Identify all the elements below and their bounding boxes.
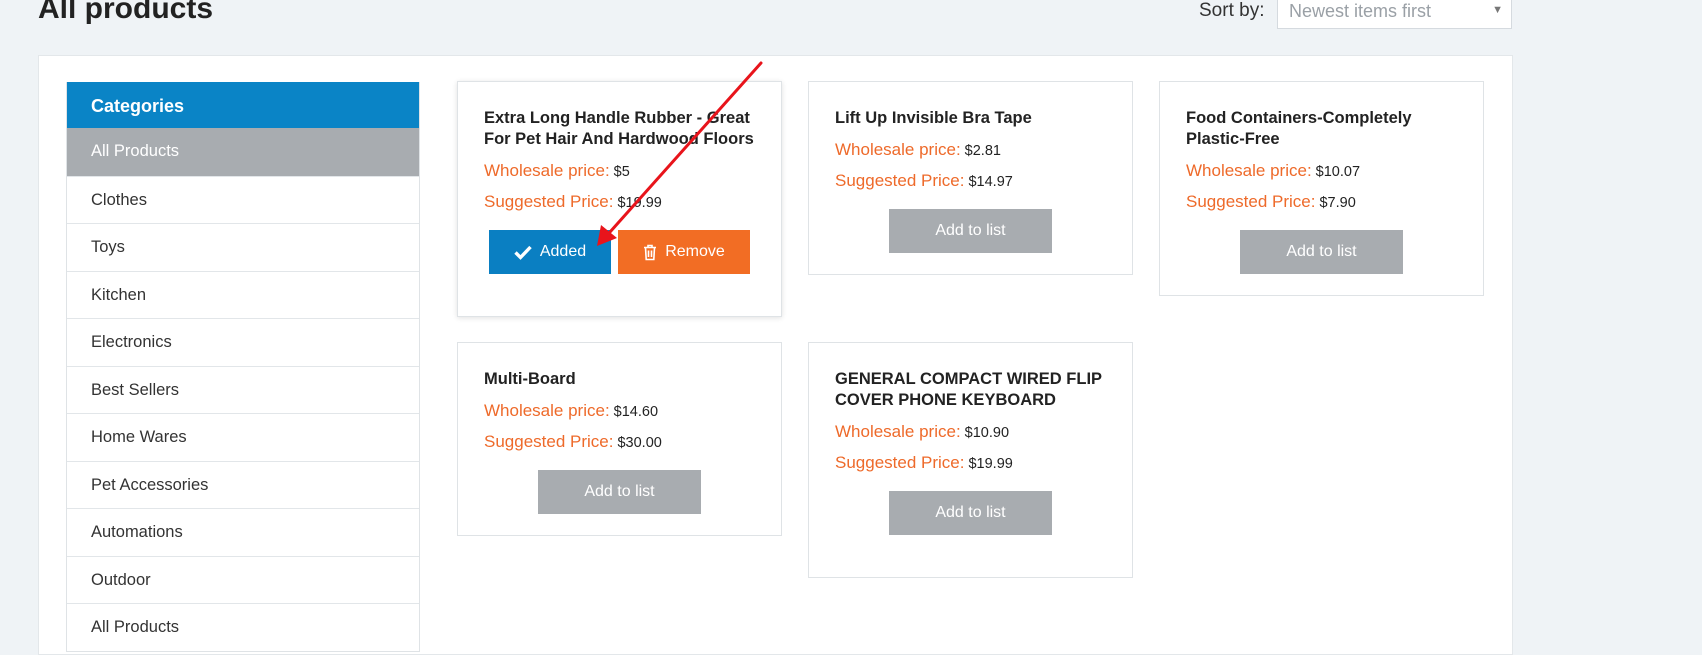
- wholesale-value: $14.60: [613, 404, 659, 420]
- wholesale-price-row: Wholesale price: $10.90: [835, 417, 1106, 448]
- wholesale-value: $2.81: [964, 143, 1001, 159]
- caret-down-icon: ▼: [1492, 4, 1503, 16]
- add-to-list-button[interactable]: Add to list: [889, 209, 1052, 253]
- sort-select-value: Newest items first: [1289, 1, 1432, 21]
- sidebar-item-best-sellers[interactable]: Best Sellers: [67, 365, 419, 414]
- sidebar-item-automations[interactable]: Automations: [67, 508, 419, 556]
- product-card: Extra Long Handle Rubber - Great For Pet…: [457, 81, 782, 317]
- wholesale-label: Wholesale price:: [835, 140, 961, 159]
- wholesale-label: Wholesale price:: [484, 401, 610, 420]
- wholesale-label: Wholesale price:: [835, 422, 961, 441]
- wholesale-value: $5: [613, 164, 630, 180]
- product-card: Multi-Board Wholesale price: $14.60 Sugge…: [457, 342, 782, 536]
- wholesale-label: Wholesale price:: [1186, 161, 1312, 180]
- sidebar-item-electronics[interactable]: Electronics: [67, 318, 419, 366]
- product-title[interactable]: GENERAL COMPACT WIRED FLIP COVER PHONE K…: [835, 369, 1106, 411]
- suggested-value: $19.99: [617, 195, 662, 211]
- sidebar-item-pet-accessories[interactable]: Pet Accessories: [67, 460, 419, 509]
- wholesale-price-row: Wholesale price: $5: [484, 156, 755, 187]
- wholesale-price-row: Wholesale price: $2.81: [835, 135, 1106, 166]
- sidebar-item-outdoor[interactable]: Outdoor: [67, 555, 419, 604]
- sort-select[interactable]: Newest items first ▼: [1277, 0, 1512, 29]
- sidebar-item-all-products[interactable]: All Products: [67, 128, 419, 176]
- suggested-price-row: Suggested Price: $7.90: [1186, 187, 1457, 218]
- remove-label: Remove: [665, 243, 725, 260]
- added-label: Added: [539, 243, 587, 260]
- product-title[interactable]: Food Containers-Completely Plastic-Free: [1186, 108, 1457, 150]
- suggested-value: $30.00: [617, 435, 662, 451]
- suggested-price-row: Suggested Price: $30.00: [484, 427, 755, 458]
- product-card: GENERAL COMPACT WIRED FLIP COVER PHONE K…: [808, 342, 1133, 578]
- added-button[interactable]: Added: [489, 230, 611, 274]
- wholesale-value: $10.07: [1315, 164, 1361, 180]
- suggested-value: $19.99: [968, 456, 1013, 472]
- suggested-label: Suggested Price:: [484, 432, 614, 451]
- suggested-price-row: Suggested Price: $19.99: [484, 187, 755, 218]
- suggested-price-row: Suggested Price: $19.99: [835, 448, 1106, 479]
- categories-sidebar: Categories All Products Clothes Toys Kit…: [66, 82, 420, 652]
- suggested-label: Suggested Price:: [835, 171, 965, 190]
- product-card: Lift Up Invisible Bra Tape Wholesale pri…: [808, 81, 1133, 275]
- suggested-label: Suggested Price:: [835, 453, 965, 472]
- check-icon: [514, 245, 532, 260]
- product-title[interactable]: Multi-Board: [484, 369, 755, 390]
- product-card: Food Containers-Completely Plastic-Free …: [1159, 81, 1484, 296]
- product-title[interactable]: Lift Up Invisible Bra Tape: [835, 108, 1106, 129]
- page-title: All products: [38, 0, 214, 25]
- categories-header: Categories: [67, 82, 419, 128]
- add-to-list-button[interactable]: Add to list: [1240, 230, 1403, 274]
- sidebar-item-toys[interactable]: Toys: [67, 223, 419, 271]
- suggested-label: Suggested Price:: [484, 192, 614, 211]
- wholesale-price-row: Wholesale price: $10.07: [1186, 156, 1457, 187]
- sidebar-item-clothes[interactable]: Clothes: [67, 175, 419, 224]
- product-title[interactable]: Extra Long Handle Rubber - Great For Pet…: [484, 108, 755, 150]
- add-to-list-button[interactable]: Add to list: [538, 470, 701, 514]
- sidebar-item-kitchen[interactable]: Kitchen: [67, 270, 419, 319]
- suggested-value: $7.90: [1319, 195, 1356, 211]
- sidebar-item-home-wares[interactable]: Home Wares: [67, 413, 419, 461]
- suggested-value: $14.97: [968, 174, 1013, 190]
- trash-icon: [643, 244, 657, 261]
- remove-button[interactable]: Remove: [618, 230, 750, 274]
- sort-label: Sort by:: [1199, 0, 1265, 21]
- suggested-price-row: Suggested Price: $14.97: [835, 166, 1106, 197]
- wholesale-label: Wholesale price:: [484, 161, 610, 180]
- wholesale-value: $10.90: [964, 425, 1010, 441]
- wholesale-price-row: Wholesale price: $14.60: [484, 396, 755, 427]
- add-to-list-button[interactable]: Add to list: [889, 491, 1052, 535]
- card-actions: Added Remove: [484, 230, 755, 274]
- suggested-label: Suggested Price:: [1186, 192, 1316, 211]
